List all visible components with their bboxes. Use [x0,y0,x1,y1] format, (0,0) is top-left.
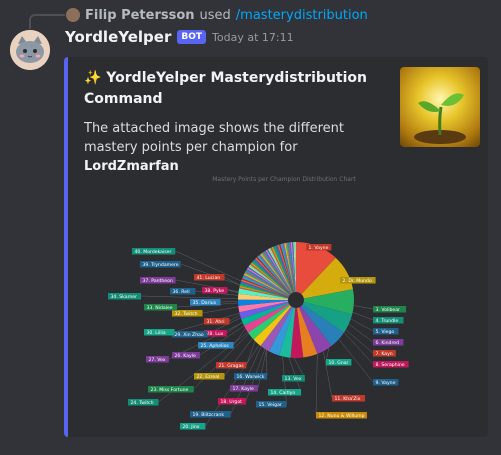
slice-label: 37. Pantheon [143,278,173,284]
label-leader-line [348,323,374,343]
label-leader-line [323,351,333,399]
slice-label: 26. Kayle [175,353,197,359]
slice-label: 2. Dr. Mundo [343,278,372,284]
slice-label: 24. Twitch [131,400,154,406]
slice-label: 3. Volibear [376,307,401,313]
chart-title: Mastery Points per Champion Distribution… [212,176,356,183]
slice-label: 17. Kayle [233,386,255,392]
reply-username[interactable]: Filip Petersson [85,8,195,23]
label-leader-line [257,349,267,389]
slice-label: 16. Warwick [237,374,265,380]
slice-label: 20. Jinx [183,424,200,430]
label-leader-line [220,301,239,303]
slice-label: 5. Viego [376,329,395,335]
slice-label: 12. Nunu & Willump [319,413,365,419]
slice-label: 23. Miss Fortune [151,387,189,393]
slice-label: 9. Vayne [376,380,396,386]
slice-label: 18. Urgot [221,399,243,405]
slice-label: 11. Kha'Zix [335,396,361,402]
bot-badge: BOT [177,30,207,44]
label-leader-line [233,328,246,346]
embed-title: ✨ YordleYelper Masterydistribution Comma… [84,70,367,107]
slice-label: 21. Gragas [219,363,245,369]
slice-label: 28. Lux [207,331,224,337]
slice-label: 6. Kindred [376,340,400,346]
slice-label: 31. Ahri [207,319,225,325]
label-leader-line [288,357,302,393]
slice-label: 10. Gnar [329,360,349,366]
yordle-avatar-icon [10,30,50,70]
slice-label: 30. Lillia [147,330,166,336]
slice-label: 32. Twitch [175,311,198,317]
label-leader-line [141,295,239,299]
message-timestamp[interactable]: Today at 17:11 [212,31,294,44]
label-leader-line [224,276,241,286]
mastery-pie-chart: Mastery Points per Champion Distribution… [108,176,409,430]
embed-card: ✨ YordleYelper Masterydistribution Comma… [64,57,488,437]
label-leader-line [315,353,318,416]
slice-label: 41. Lucian [197,275,221,281]
embed-description: The attached image shows the different m… [84,119,384,176]
label-leader-line [345,329,374,354]
slice-label: 36. Rell [173,289,190,295]
slice-label: 14. Caitlyn [271,390,296,396]
bot-avatar[interactable] [10,30,50,70]
slice-label: 13. Vex [285,376,302,382]
slice-label: 7. Kayn [376,351,393,357]
label-leader-line [353,305,374,310]
slice-label: 33. Nidalee [147,305,173,311]
label-leader-line [350,318,374,332]
reply-connector [29,14,65,29]
slice-label: 15. Veigar [259,402,282,408]
label-leader-line [202,306,239,314]
embed-description-text: The attached image shows the different m… [84,121,345,155]
reply-used-text: used [199,7,231,23]
sprout-icon [414,93,466,144]
slice-label: 25. Aphelios [201,343,230,349]
slice-label: 29. Xin Zhao [175,332,204,338]
slice-label: 35. Darius [193,300,217,306]
slice-label: 22. Ezreal [197,374,220,380]
slice-label: 39. Tryndamere [143,262,179,268]
slice-label: 8. Seraphine [376,362,405,368]
label-leader-line [193,333,249,390]
reply-context[interactable]: Filip Petersson used /masterydistributio… [66,6,368,24]
slice-label: 40. Mordekaiser [135,249,172,255]
message-header: YordleYelper BOT Today at 17:11 [65,28,294,46]
slice-label: 4. Trundle [376,318,399,324]
slice-label: 27. Vex [149,357,166,363]
label-leader-line [352,312,374,321]
slice-label: 38. Pyke [205,288,225,294]
reply-avatar[interactable] [66,8,80,22]
chart-image[interactable]: Mastery Points per Champion Distribution… [84,169,484,431]
slice-label: 34. Skarner [111,294,138,300]
embed-thumbnail[interactable] [400,67,480,147]
reply-command[interactable]: /masterydistribution [236,8,368,23]
bot-username[interactable]: YordleYelper [65,28,171,46]
slice-label: 19. Blitzcrank [193,412,225,418]
pie-center-hole [288,292,304,308]
label-leader-line [293,357,306,379]
slice-label: 1. Vayne [309,245,329,251]
label-leader-line [266,349,268,377]
